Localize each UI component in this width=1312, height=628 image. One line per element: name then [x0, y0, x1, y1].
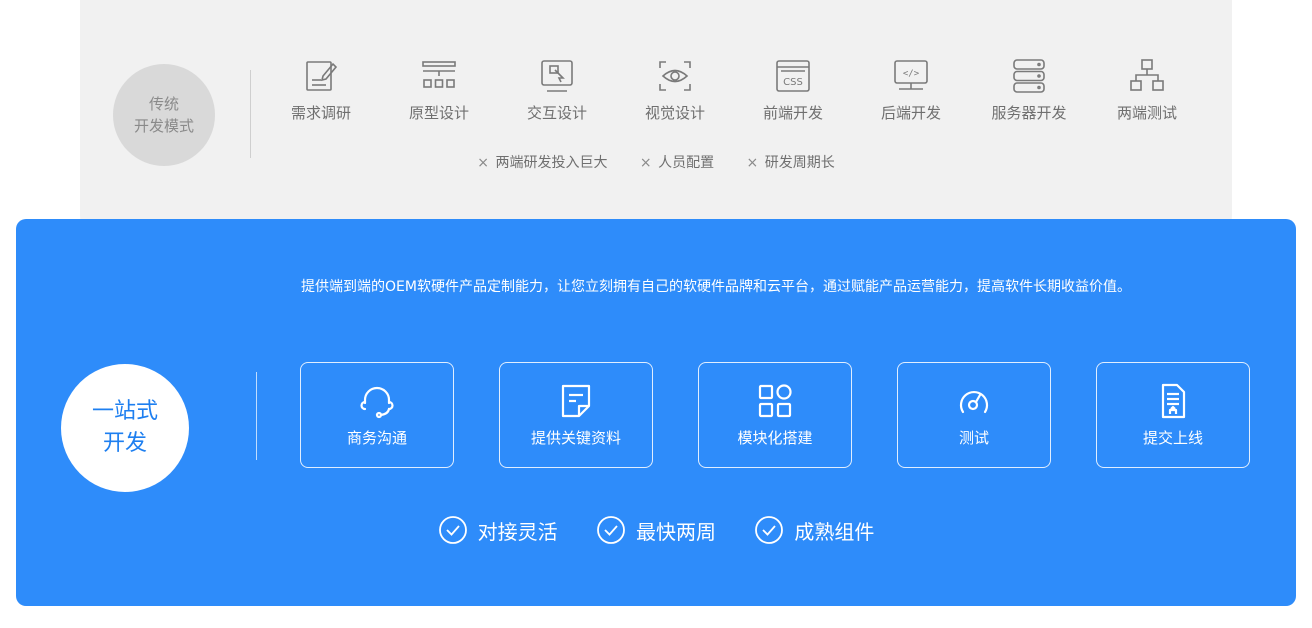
card-label: 提供关键资料 [530, 429, 621, 447]
onestop-description: 提供端到端的OEM软硬件产品定制能力，让您立刻拥有自己的软硬件品牌和云平台，通过… [301, 279, 1131, 295]
feature-label: 对接灵活 [477, 519, 558, 544]
cross-mark: × [477, 155, 489, 171]
gauge-icon [959, 391, 989, 414]
cross-mark: × [746, 155, 759, 171]
drawback-text: 人员配置 [658, 155, 715, 171]
svg-text:CSS: CSS [783, 77, 803, 88]
traditional-steps: 需求调研 原型设计 交互设计 视觉设计 CSS 前端开发 </> 后端开发 服务… [262, 56, 1222, 136]
headset-icon [360, 386, 394, 419]
onestop-badge-line2: 开发 [102, 431, 147, 456]
divider [256, 372, 257, 460]
drawback-item: × 两端研发投入巨大 [477, 155, 607, 171]
step-label: 服务器开发 [991, 104, 1067, 122]
eye-icon [659, 61, 691, 91]
traditional-badge-line1: 传统 [148, 95, 179, 113]
divider [250, 70, 251, 158]
check-circle-icon [597, 516, 625, 544]
onestop-badge-line1: 一站式 [91, 399, 158, 424]
feature-item: 最快两周 [596, 515, 716, 545]
card-test: 测试 [897, 362, 1051, 468]
card-business: 商务沟通 [300, 362, 454, 468]
feature-item: 成熟组件 [754, 515, 874, 545]
step-label: 视觉设计 [644, 104, 705, 122]
server-icon [1013, 59, 1045, 93]
card-modular: 模块化搭建 [698, 362, 852, 468]
step-label: 交互设计 [526, 104, 587, 122]
step-visual: 视觉设计 [616, 56, 734, 123]
drawback-text: 两端研发投入巨大 [495, 155, 608, 171]
css-icon: CSS [776, 60, 810, 92]
step-label: 后端开发 [880, 104, 941, 122]
traditional-badge-line2: 开发模式 [133, 117, 194, 135]
document-icon [561, 384, 591, 418]
code-icon: </> [894, 60, 928, 90]
onestop-features: 对接灵活 最快两周 成熟组件 [0, 515, 1312, 550]
traditional-badge: 传统 开发模式 [113, 64, 215, 166]
traditional-drawbacks: × 两端研发投入巨大 × 人员配置 × 研发周期长 [0, 152, 1312, 172]
feature-label: 最快两周 [636, 519, 716, 544]
step-label: 原型设计 [408, 104, 469, 122]
feature-label: 成熟组件 [794, 519, 875, 544]
card-label: 模块化搭建 [737, 429, 813, 447]
drawback-item: × 研发周期长 [747, 155, 835, 171]
check-circle-icon [438, 516, 467, 544]
check-circle-icon [755, 516, 784, 544]
card-label: 提交上线 [1142, 429, 1203, 447]
layout-icon [422, 61, 456, 88]
card-launch: 提交上线 [1096, 362, 1250, 468]
step-interaction: 交互设计 [498, 56, 616, 123]
feature-item: 对接灵活 [438, 515, 558, 545]
step-server: 服务器开发 [970, 56, 1088, 123]
edit-doc-icon [306, 61, 338, 91]
network-icon [1130, 59, 1164, 91]
cross-mark: × [639, 155, 652, 171]
step-label: 两端测试 [1116, 104, 1177, 122]
card-materials: 提供关键资料 [499, 362, 653, 468]
modules-icon [758, 384, 792, 418]
drawback-item: × 人员配置 [640, 155, 714, 171]
step-testing: 两端测试 [1088, 56, 1206, 123]
svg-text:</>: </> [903, 69, 920, 79]
step-requirements: 需求调研 [262, 56, 380, 123]
card-label: 商务沟通 [346, 429, 407, 447]
card-label: 测试 [958, 429, 989, 447]
step-prototype: 原型设计 [380, 56, 498, 123]
onestop-badge: 一站式 开发 [61, 364, 189, 492]
upload-doc-icon [1161, 383, 1186, 419]
step-frontend: CSS 前端开发 [734, 56, 852, 123]
step-backend: </> 后端开发 [852, 56, 970, 123]
drawback-text: 研发周期长 [764, 155, 835, 171]
step-label: 需求调研 [290, 104, 351, 122]
step-label: 前端开发 [762, 104, 823, 122]
monitor-touch-icon [541, 60, 573, 92]
